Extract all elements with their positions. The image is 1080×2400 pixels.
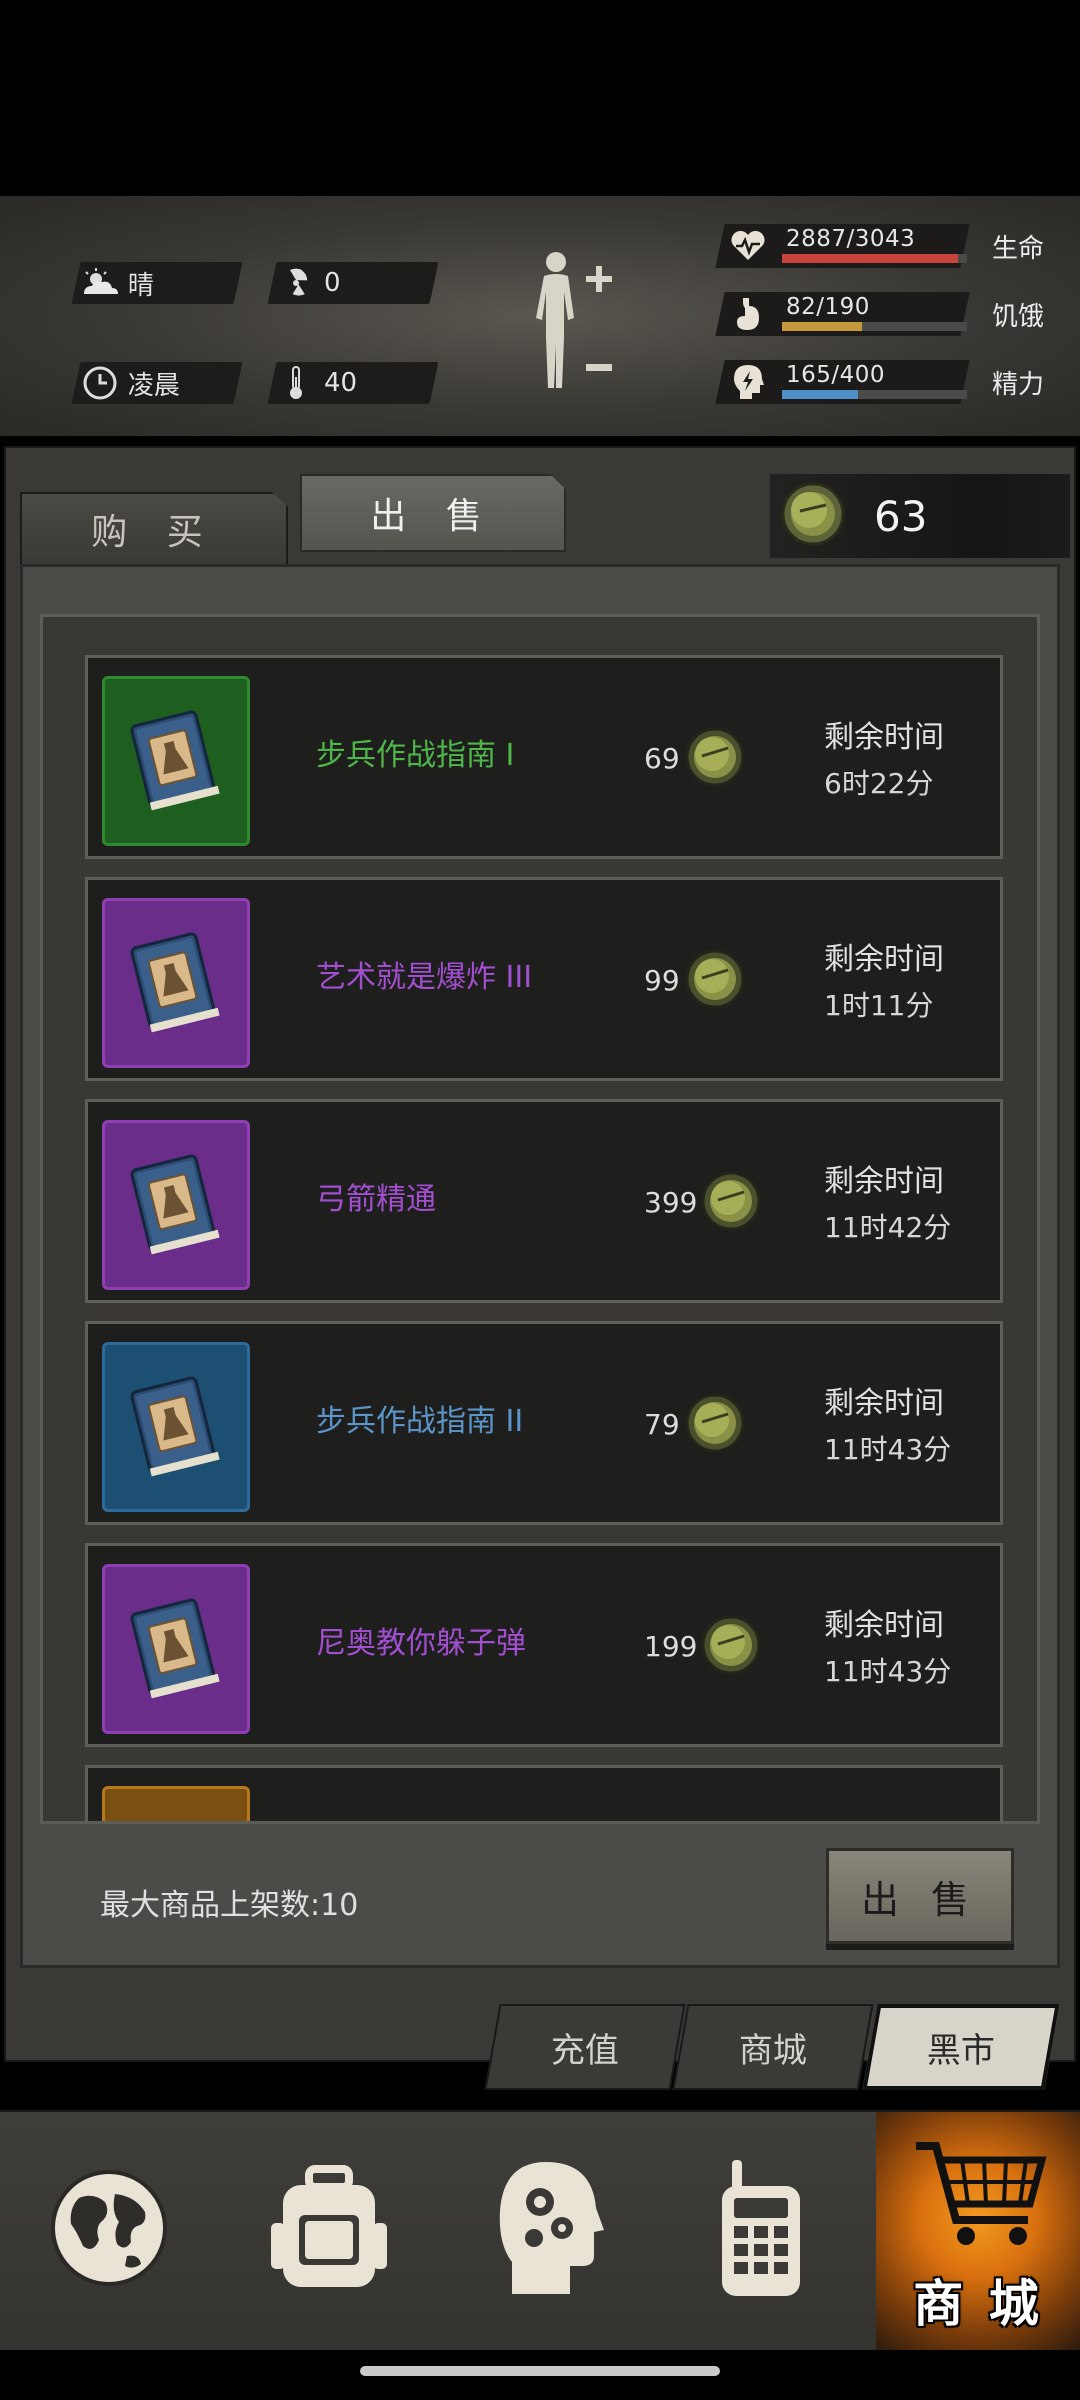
item-icon-frame: [102, 1564, 250, 1734]
item-icon-frame: [102, 1786, 250, 1821]
health-bar: [782, 254, 967, 263]
remaining-time-value: 11时42分: [824, 1211, 952, 1244]
remaining-time-value: 11时43分: [824, 1655, 952, 1688]
subtab-mall[interactable]: 商城: [672, 2004, 874, 2090]
bottle-cap-icon: [684, 1392, 746, 1458]
clock-icon: [76, 362, 124, 404]
head-bolt-icon: [728, 360, 768, 404]
skill-book-icon: [128, 707, 224, 815]
nav-shop[interactable]: 商 城: [876, 2112, 1080, 2350]
sell-button-label: 出 售: [860, 1877, 980, 1922]
skill-book-icon: [128, 1373, 224, 1481]
tab-buy[interactable]: 购 买: [20, 492, 288, 566]
nav-shop-label: 商 城: [913, 2275, 1043, 2333]
energy-stat: 165/400 精力: [715, 356, 1060, 404]
item-icon-frame: [102, 1120, 250, 1290]
hunger-stat: 82/190 饥饿: [715, 288, 1060, 336]
item-icon-frame: [102, 898, 250, 1068]
backpack-icon: [269, 2163, 389, 2297]
remaining-time-value: 11时43分: [824, 1433, 952, 1466]
bottle-cap-icon: [684, 726, 746, 792]
listing-item[interactable]: 尼奥教你躲子弹 199 剩余时间 11时43分: [85, 1543, 1003, 1747]
cloud-sun-icon: [76, 262, 124, 304]
item-price: 199: [644, 1630, 698, 1663]
health-label: 生命: [992, 234, 1045, 264]
subtab-black-market-label: 黑市: [927, 2030, 995, 2071]
item-name: 弓箭精通: [316, 1182, 436, 1217]
item-icon-frame: [102, 676, 250, 846]
temperature-value: 40: [324, 368, 358, 398]
weather-pill: 晴: [71, 262, 243, 304]
home-indicator[interactable]: [360, 2366, 720, 2376]
radiation-value: 0: [324, 268, 341, 298]
energy-label: 精力: [992, 370, 1045, 400]
bottle-cap-icon: [700, 1614, 762, 1680]
remaining-time-label: 剩余时间: [824, 942, 944, 977]
heart-pulse-icon: [728, 224, 768, 268]
sell-button[interactable]: 出 售: [826, 1848, 1014, 1944]
max-listing-note: 最大商品上架数:10: [100, 1888, 359, 1923]
item-name: 艺术就是爆炸 III: [316, 960, 533, 995]
listing-item[interactable]: 弓箭精通 399 剩余时间 11时42分: [85, 1099, 1003, 1303]
item-price: 69: [644, 742, 680, 775]
stomach-icon: [728, 292, 768, 336]
radiation-icon: [272, 262, 320, 304]
listing-list[interactable]: 步兵作战指南 I 69 剩余时间 6时22分艺术就是爆炸 III 99 剩余时间 1时11分…: [40, 614, 1040, 1824]
remaining-time-label: 剩余时间: [824, 1608, 944, 1643]
skill-book-icon: [128, 929, 224, 1037]
item-icon-frame: [102, 1342, 250, 1512]
listing-item[interactable]: 步兵作战指南 II 79 剩余时间 11时43分: [85, 1321, 1003, 1525]
hunger-bar: [782, 322, 967, 331]
body-status-button[interactable]: [522, 248, 622, 398]
item-name: 步兵作战指南 I: [316, 738, 515, 773]
nav-skills[interactable]: [476, 2140, 626, 2320]
health-stat: 2887/3043 生命: [715, 220, 1060, 268]
remaining-time-value: 6时22分: [824, 767, 934, 800]
nav-radio[interactable]: [686, 2140, 836, 2320]
coin-balance: 63: [770, 474, 1070, 558]
nav-backpack[interactable]: [254, 2140, 404, 2320]
coin-amount: 63: [874, 491, 928, 541]
hunger-label: 饥饿: [992, 302, 1045, 332]
bottle-cap-icon: [780, 481, 846, 551]
tab-sell-label: 出 售: [370, 496, 496, 537]
temperature-pill: 40: [267, 362, 439, 404]
item-price: 399: [644, 1186, 698, 1219]
subtab-mall-label: 商城: [739, 2030, 807, 2071]
energy-value: 165/400: [786, 362, 886, 388]
remaining-time-label: 剩余时间: [824, 720, 944, 755]
item-name: 尼奥教你躲子弹: [316, 1626, 526, 1661]
subtab-black-market[interactable]: 黑市: [862, 2004, 1060, 2090]
radiation-pill: 0: [267, 262, 439, 304]
subtab-recharge[interactable]: 充值: [484, 2004, 686, 2090]
item-price: 99: [644, 964, 680, 997]
weather-text: 晴: [128, 270, 155, 301]
energy-bar: [782, 390, 967, 399]
bottle-cap-icon: [700, 1170, 762, 1236]
item-name: 步兵作战指南 II: [316, 1404, 524, 1439]
thermometer-icon: [272, 362, 320, 404]
time-of-day-text: 凌晨: [128, 370, 181, 401]
head-gears-icon: [496, 2158, 606, 2302]
skill-book-icon: [128, 1595, 224, 1703]
walkie-talkie-icon: [716, 2158, 806, 2302]
skill-book-icon: [128, 1151, 224, 1259]
nav-world-map[interactable]: [34, 2140, 184, 2320]
subtab-recharge-label: 充值: [551, 2030, 619, 2071]
globe-icon: [49, 2168, 169, 2292]
listing-item[interactable]: 步兵作战指南 I 69 剩余时间 6时22分: [85, 655, 1003, 859]
bottle-cap-icon: [684, 948, 746, 1014]
hunger-value: 82/190: [786, 294, 870, 320]
time-pill: 凌晨: [71, 362, 243, 404]
tab-buy-label: 购 买: [91, 512, 217, 553]
tab-sell[interactable]: 出 售: [300, 474, 566, 552]
remaining-time-label: 剩余时间: [824, 1164, 944, 1199]
listing-item[interactable]: 艺术就是爆炸 III 99 剩余时间 1时11分: [85, 877, 1003, 1081]
item-price: 79: [644, 1408, 680, 1441]
shopping-cart-icon: [912, 2132, 1052, 2266]
health-value: 2887/3043: [786, 226, 916, 252]
listing-item-partial[interactable]: [85, 1765, 1003, 1821]
remaining-time-label: 剩余时间: [824, 1386, 944, 1421]
remaining-time-value: 1时11分: [824, 989, 934, 1022]
